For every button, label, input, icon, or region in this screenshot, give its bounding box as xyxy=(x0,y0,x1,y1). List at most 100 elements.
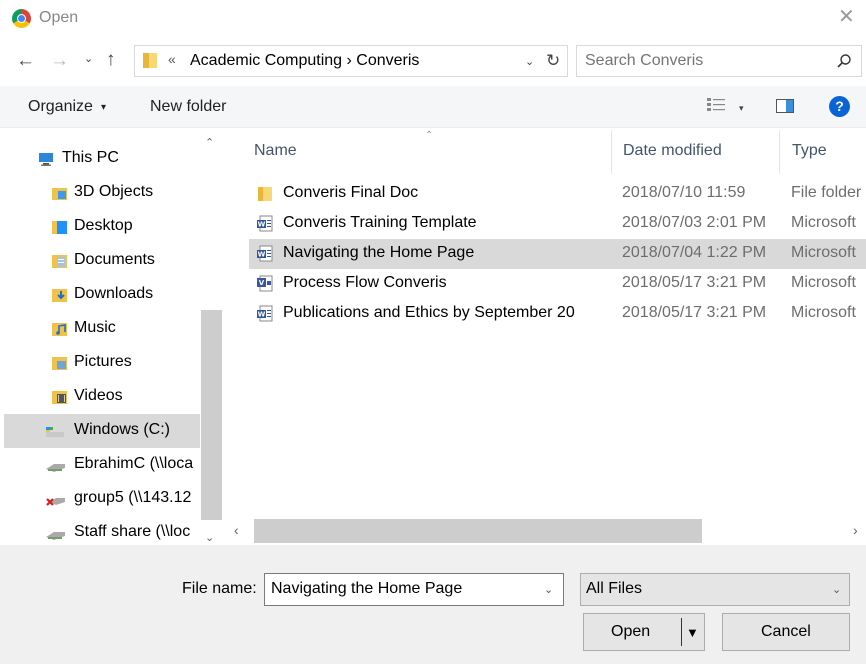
organize-button[interactable]: Organize xyxy=(28,98,93,116)
nav-item[interactable]: Downloads xyxy=(4,278,200,312)
open-dialog: Open ✕ ← → ⌄ ↑ « Academic Computing › Co… xyxy=(0,0,866,664)
3d-objects-icon xyxy=(52,186,68,201)
file-name-input[interactable] xyxy=(271,580,531,598)
horizontal-scrollbar-thumb[interactable] xyxy=(254,519,702,543)
address-overflow-icon[interactable]: « xyxy=(168,51,176,67)
scroll-down-icon[interactable]: ⌄ xyxy=(205,531,214,544)
file-type: Microsoft xyxy=(791,274,856,291)
search-icon[interactable] xyxy=(836,53,852,69)
folder-icon xyxy=(143,53,157,68)
back-icon[interactable]: ← xyxy=(16,51,35,70)
column-header-date[interactable]: Date modified xyxy=(623,142,722,160)
nav-item-label: Downloads xyxy=(74,285,154,302)
file-type: File folder xyxy=(791,184,862,201)
file-name: Converis Final Doc xyxy=(283,184,419,201)
desktop-icon xyxy=(52,220,68,235)
column-header-type[interactable]: Type xyxy=(792,142,827,160)
nav-item-label: group5 (\\143.12 xyxy=(74,489,192,506)
view-options-icon[interactable] xyxy=(707,97,725,113)
svg-text:V: V xyxy=(259,279,265,287)
nav-item[interactable]: This PC xyxy=(4,142,200,176)
file-date: 2018/07/03 2:01 PM xyxy=(622,214,767,231)
downloads-icon xyxy=(52,288,68,303)
drive-icon xyxy=(46,424,64,439)
nav-item-label: EbrahimC (\\loca xyxy=(74,455,194,472)
window-title: Open xyxy=(39,9,79,26)
caret-down-icon[interactable]: ▾ xyxy=(739,103,744,114)
column-divider[interactable] xyxy=(611,130,612,174)
file-row[interactable]: W Publications and Ethics by September 20… xyxy=(249,299,866,329)
chrome-icon xyxy=(12,9,31,28)
preview-pane-icon[interactable] xyxy=(776,99,794,113)
nav-item-label: Desktop xyxy=(74,217,133,234)
file-date: 2018/07/04 1:22 PM xyxy=(622,244,767,261)
nav-item[interactable]: Desktop xyxy=(4,210,200,244)
nav-item[interactable]: Windows (C:) xyxy=(4,414,200,448)
nav-item[interactable]: 3D Objects xyxy=(4,176,200,210)
recent-locations-chevron-icon[interactable]: ⌄ xyxy=(84,54,93,65)
search-input[interactable] xyxy=(585,52,815,70)
network-drive-icon xyxy=(46,526,65,541)
file-type: Microsoft xyxy=(791,244,856,261)
file-type: Microsoft xyxy=(791,304,856,321)
visio-doc-icon: V xyxy=(257,275,273,292)
nav-item-label: Windows (C:) xyxy=(74,421,171,438)
file-date: 2018/07/10 11:59 xyxy=(622,184,746,201)
close-icon[interactable]: ✕ xyxy=(838,7,855,27)
nav-item-label: Staff share (\\loc xyxy=(74,523,191,540)
nav-item-label: Pictures xyxy=(74,353,132,370)
pictures-icon xyxy=(52,356,68,371)
file-name-label: File name: xyxy=(182,580,257,597)
nav-item[interactable]: Videos xyxy=(4,380,200,414)
column-header-name[interactable]: Name xyxy=(254,142,297,160)
svg-text:W: W xyxy=(258,221,266,229)
nav-item[interactable]: EbrahimC (\\loca xyxy=(4,448,200,482)
file-type: Microsoft xyxy=(791,214,856,231)
file-row[interactable]: V Process Flow Converis 2018/05/17 3:21 PM… xyxy=(249,269,866,299)
command-bar xyxy=(0,86,866,128)
this-pc-icon xyxy=(38,152,54,167)
open-button-label[interactable]: Open xyxy=(611,623,650,641)
file-date: 2018/05/17 3:21 PM xyxy=(622,274,767,291)
column-divider[interactable] xyxy=(779,130,780,174)
nav-scrollbar-thumb[interactable] xyxy=(201,310,222,520)
file-name: Navigating the Home Page xyxy=(283,244,475,261)
network-drive-icon xyxy=(46,458,65,473)
nav-item[interactable]: group5 (\\143.12 xyxy=(4,482,200,516)
scroll-up-icon[interactable]: ⌃ xyxy=(205,136,214,149)
nav-item[interactable]: Pictures xyxy=(4,346,200,380)
file-date: 2018/05/17 3:21 PM xyxy=(622,304,767,321)
nav-item[interactable]: Music xyxy=(4,312,200,346)
cancel-button-label[interactable]: Cancel xyxy=(761,623,811,641)
caret-down-icon[interactable]: ▾ xyxy=(101,102,106,113)
chevron-down-icon[interactable]: ⌄ xyxy=(832,583,841,596)
nav-item-label: Music xyxy=(74,319,116,336)
breadcrumb[interactable]: Academic Computing › Converis xyxy=(190,52,419,70)
forward-icon[interactable]: → xyxy=(50,51,69,70)
nav-item[interactable]: Staff share (\\loc xyxy=(4,516,200,548)
refresh-icon[interactable]: ↻ xyxy=(546,51,560,71)
nav-item-label: 3D Objects xyxy=(74,183,154,200)
chevron-down-icon[interactable]: ⌄ xyxy=(544,583,553,596)
scroll-left-icon[interactable]: ‹ xyxy=(234,522,239,538)
svg-text:W: W xyxy=(258,251,266,259)
file-row[interactable]: W Navigating the Home Page 2018/07/04 1:22… xyxy=(249,239,866,269)
nav-item-label: Videos xyxy=(74,387,123,404)
file-row[interactable]: W Converis Training Template 2018/07/03 2:… xyxy=(249,209,866,239)
file-type-value[interactable]: All Files xyxy=(586,580,642,598)
file-row[interactable]: Converis Final Doc 2018/07/10 11:59 File f… xyxy=(249,179,866,209)
nav-item[interactable]: Documents xyxy=(4,244,200,278)
nav-item-label: This PC xyxy=(62,149,119,166)
word-doc-icon: W xyxy=(257,215,273,232)
split-divider xyxy=(681,618,682,646)
chevron-down-icon[interactable]: ⌄ xyxy=(525,55,534,68)
folder-icon xyxy=(257,185,273,202)
help-icon[interactable]: ? xyxy=(829,96,850,117)
nav-item-label: Documents xyxy=(74,251,155,268)
new-folder-button[interactable]: New folder xyxy=(150,98,226,116)
up-arrow-icon[interactable]: ↑ xyxy=(106,50,116,69)
sort-ascending-icon: ⌃ xyxy=(425,130,434,141)
split-dropdown-icon[interactable]: ▼ xyxy=(686,625,699,640)
navigation-pane: This PC 3D Objects Desktop Documents Downloa… xyxy=(0,128,223,548)
scroll-right-icon[interactable]: › xyxy=(853,522,858,538)
